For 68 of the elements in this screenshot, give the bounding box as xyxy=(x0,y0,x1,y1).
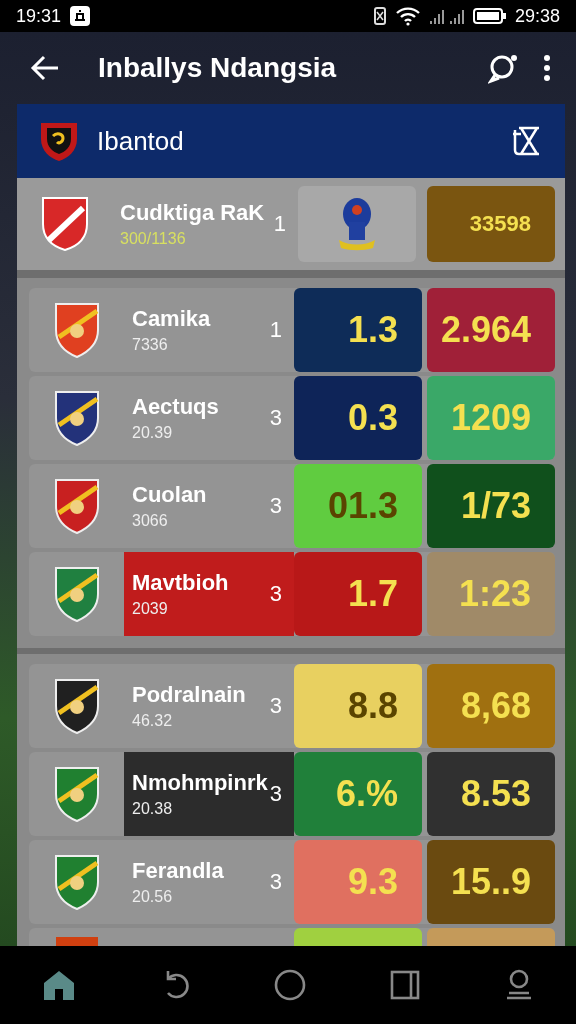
rank-number: 3 xyxy=(269,869,282,895)
status-time: 29:38 xyxy=(514,5,560,27)
team-row[interactable]: Ferandla 20.56 3 9.3 15..9 xyxy=(29,840,555,924)
signal-icon xyxy=(428,7,465,25)
home-circle-icon[interactable] xyxy=(274,969,306,1001)
crest-icon xyxy=(52,301,101,359)
chat-icon[interactable] xyxy=(488,52,520,84)
team-row[interactable]: Podralnain 46.32 3 8.8 8,68 xyxy=(29,664,555,748)
team-score: 20.56 xyxy=(132,888,174,906)
team-row[interactable]: Cuolan 3066 3 01.3 1/73 xyxy=(29,464,555,548)
odds-cell[interactable]: 8.8 xyxy=(294,664,422,748)
team-score: 20.38 xyxy=(132,800,174,818)
more-icon[interactable] xyxy=(542,54,552,82)
team-score: 20.39 xyxy=(132,424,174,442)
team-name: Cuolan xyxy=(132,482,208,508)
odds-cell[interactable]: 1.3 xyxy=(294,288,422,372)
rank-number: 1 xyxy=(273,211,286,237)
crest-icon xyxy=(52,565,101,623)
odds-cell[interactable]: 33598 xyxy=(427,186,555,262)
team-name: Podralnain xyxy=(132,682,247,708)
team-row[interactable]: Aectuqs 20.39 3 0.3 1209 xyxy=(29,376,555,460)
wifi-icon xyxy=(394,6,421,26)
team-name: Cudktiga RaK xyxy=(120,200,266,226)
team-name: Ferandla xyxy=(132,858,225,884)
crest-icon xyxy=(52,765,101,823)
odds-cell[interactable]: 1/73 xyxy=(427,464,555,548)
team-name: Nmohmpinrk xyxy=(132,770,269,796)
vibrate-icon xyxy=(372,6,387,26)
odds-cell[interactable]: 8.53 xyxy=(427,752,555,836)
app-notification-icon xyxy=(69,5,92,27)
odds-cell[interactable]: 2.964 xyxy=(427,288,555,372)
person-icon[interactable] xyxy=(504,968,534,1002)
app-title: Inballys Ndangsia xyxy=(98,52,337,84)
rank-number: 3 xyxy=(269,581,282,607)
crest-icon xyxy=(52,389,101,447)
league-title: Ibantod xyxy=(97,125,184,157)
status-time: 19:31 xyxy=(16,5,62,27)
team-name: Camika xyxy=(132,306,212,332)
rank-number: 3 xyxy=(269,781,282,807)
odds-cell[interactable]: 1.7 xyxy=(294,552,422,636)
back-arrow-icon[interactable] xyxy=(30,55,60,81)
team-row[interactable]: Camika 7336 1 1.3 2.964 xyxy=(29,288,555,372)
team-score: 3066 xyxy=(132,512,169,530)
odds-cell[interactable]: 8,68 xyxy=(427,664,555,748)
team-score: 300/1136 xyxy=(120,230,187,248)
team-score: 46.32 xyxy=(132,712,174,730)
odds-cell[interactable]: 15..9 xyxy=(427,840,555,924)
rank-number: 3 xyxy=(269,693,282,719)
crest-icon xyxy=(52,677,101,735)
recents-icon[interactable] xyxy=(390,970,420,1000)
crest-icon xyxy=(52,477,101,535)
rank-number: 3 xyxy=(269,405,282,431)
team-score: 2039 xyxy=(132,600,169,618)
crest-icon xyxy=(39,120,79,162)
odds-cell[interactable]: 6.% xyxy=(294,752,422,836)
rank-number: 3 xyxy=(269,493,282,519)
emblem-icon xyxy=(337,196,377,252)
team-row[interactable]: Mavtbioh 2039 3 1.7 1:23 xyxy=(29,552,555,636)
team-name: Mavtbioh xyxy=(132,570,230,596)
team-score: 7336 xyxy=(132,336,169,354)
battery-icon xyxy=(472,7,507,25)
odds-cell[interactable]: 01.3 xyxy=(294,464,422,548)
home-icon[interactable] xyxy=(42,969,76,1001)
team-name: Aectuqs xyxy=(132,394,220,420)
crest-icon xyxy=(40,196,89,252)
rank-number: 1 xyxy=(269,317,282,343)
odds-cell[interactable]: 0.3 xyxy=(294,376,422,460)
crest-icon xyxy=(52,853,101,911)
